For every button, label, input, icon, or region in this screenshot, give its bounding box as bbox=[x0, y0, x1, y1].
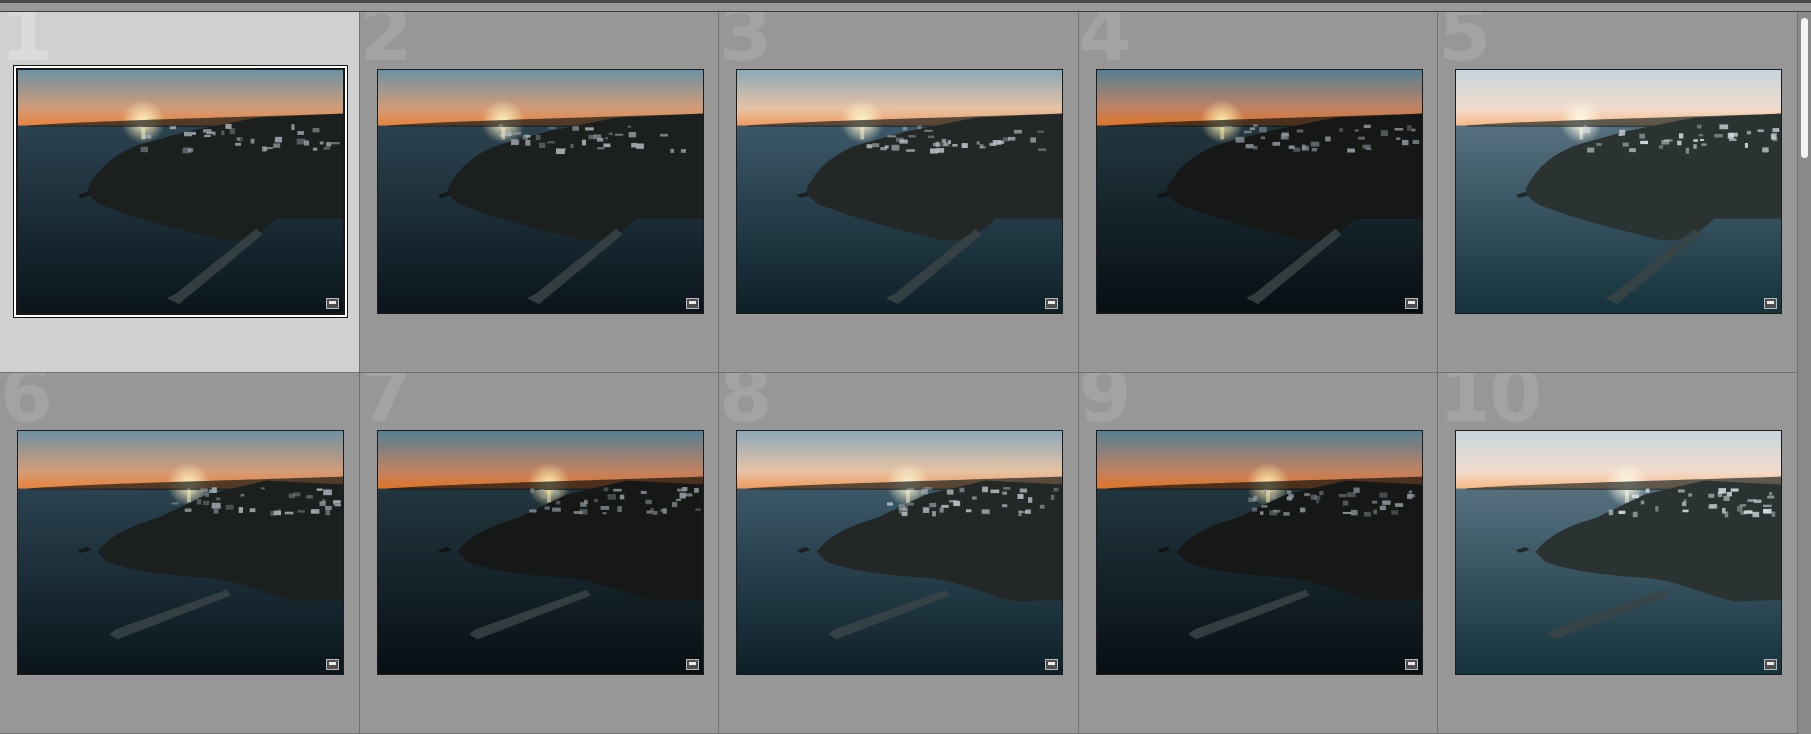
vertical-scrollbar[interactable] bbox=[1798, 12, 1811, 734]
metadata-badge-icon[interactable] bbox=[685, 659, 699, 670]
cell-index-number: 5 bbox=[1438, 12, 1491, 78]
photo-cell[interactable]: 9 bbox=[1078, 373, 1439, 734]
photo-cell[interactable]: 8 bbox=[719, 373, 1079, 734]
photo-thumbnail[interactable] bbox=[1455, 430, 1783, 675]
photo-thumbnail[interactable] bbox=[17, 430, 344, 675]
metadata-badge-icon[interactable] bbox=[1764, 298, 1778, 309]
metadata-badge-icon[interactable] bbox=[685, 298, 699, 309]
cell-index-number: 7 bbox=[359, 373, 413, 439]
cell-index-number: 4 bbox=[1078, 12, 1132, 78]
photo-cell[interactable]: 2 bbox=[359, 12, 720, 373]
photo-thumbnail[interactable] bbox=[376, 430, 704, 675]
photo-thumbnail[interactable] bbox=[1455, 69, 1783, 314]
metadata-badge-icon[interactable] bbox=[1045, 659, 1059, 670]
photo-cell[interactable]: 4 bbox=[1078, 12, 1439, 373]
photo-thumbnail[interactable] bbox=[14, 66, 347, 317]
photo-cell[interactable]: 6 bbox=[0, 373, 360, 734]
photo-thumbnail[interactable] bbox=[736, 69, 1064, 314]
cell-index-number: 3 bbox=[719, 12, 772, 78]
metadata-badge-icon[interactable] bbox=[1404, 659, 1418, 670]
cell-index-number: 1 bbox=[0, 12, 53, 78]
cell-index-number: 6 bbox=[0, 373, 53, 439]
photo-cell[interactable]: 5 bbox=[1438, 12, 1798, 373]
photo-grid: 1 2 3 4 5 6 7 8 9 10 bbox=[0, 12, 1798, 734]
top-toolbar-strip bbox=[0, 0, 1811, 12]
photo-thumbnail[interactable] bbox=[736, 430, 1064, 675]
photo-thumbnail[interactable] bbox=[376, 69, 704, 314]
scrollbar-thumb[interactable] bbox=[1801, 18, 1808, 158]
cell-index-number: 9 bbox=[1078, 373, 1132, 439]
photo-cell[interactable]: 3 bbox=[719, 12, 1079, 373]
cell-index-number: 2 bbox=[359, 12, 413, 78]
photo-cell[interactable]: 10 bbox=[1438, 373, 1798, 734]
photo-thumbnail[interactable] bbox=[1095, 430, 1423, 675]
cell-index-number: 8 bbox=[719, 373, 772, 439]
metadata-badge-icon[interactable] bbox=[1045, 298, 1059, 309]
metadata-badge-icon[interactable] bbox=[1404, 298, 1418, 309]
photo-cell[interactable]: 1 bbox=[0, 12, 360, 373]
metadata-badge-icon[interactable] bbox=[1764, 659, 1778, 670]
metadata-badge-icon[interactable] bbox=[326, 659, 339, 670]
photo-cell[interactable]: 7 bbox=[359, 373, 720, 734]
photo-thumbnail[interactable] bbox=[1095, 69, 1423, 314]
metadata-badge-icon[interactable] bbox=[326, 298, 339, 309]
cell-index-number: 10 bbox=[1438, 373, 1542, 439]
